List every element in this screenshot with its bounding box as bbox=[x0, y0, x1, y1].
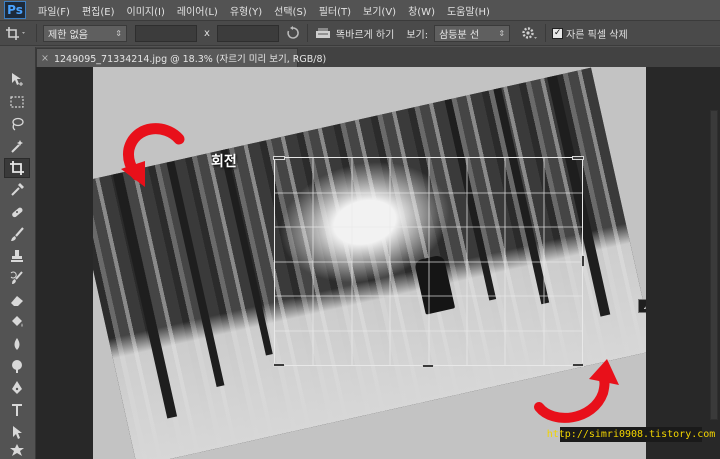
menu-edit[interactable]: 편집(E) bbox=[76, 3, 121, 18]
tree-trunk bbox=[112, 172, 178, 419]
path-selection-icon[interactable] bbox=[4, 422, 30, 442]
crop-handle-top-right[interactable] bbox=[572, 156, 584, 160]
swap-dimensions-icon[interactable] bbox=[285, 25, 301, 41]
shape-icon[interactable] bbox=[4, 442, 30, 458]
tree-trunk bbox=[220, 149, 273, 356]
panel-collapse-strip[interactable] bbox=[710, 110, 718, 420]
crop-box[interactable] bbox=[273, 156, 585, 368]
eraser-icon[interactable] bbox=[4, 290, 30, 310]
rotate-arrow-bottom-right-icon bbox=[534, 359, 619, 423]
history-brush-icon[interactable] bbox=[4, 268, 30, 288]
times-symbol: x bbox=[204, 27, 210, 39]
menu-image[interactable]: 이미지(I) bbox=[121, 3, 171, 18]
rotate-arrow-top-left-icon bbox=[121, 123, 185, 187]
document-tab-title: 1249095_71334214.jpg @ 18.3% (자르기 미리 보기,… bbox=[53, 54, 327, 65]
crop-handle-top-left[interactable] bbox=[273, 156, 285, 160]
clone-stamp-icon[interactable] bbox=[4, 246, 30, 266]
overlay-view-value: 삼등분 선 bbox=[439, 29, 480, 41]
menu-layer[interactable]: 레이어(L) bbox=[171, 3, 224, 18]
move-tool-icon[interactable] bbox=[4, 69, 30, 89]
view-label: 보기: bbox=[406, 29, 429, 41]
rotate-annotation-label: 회전 bbox=[211, 154, 237, 170]
marquee-tool-icon[interactable] bbox=[4, 92, 30, 112]
photoshop-logo: Ps bbox=[4, 1, 26, 19]
healing-brush-icon[interactable] bbox=[4, 202, 30, 222]
lasso-tool-icon[interactable] bbox=[4, 114, 30, 134]
crop-ratio-value: 제한 없음 bbox=[48, 29, 88, 41]
crop-grid bbox=[275, 158, 582, 365]
document-tab-bar: × 1249095_71334214.jpg @ 18.3% (자르기 미리 보… bbox=[36, 47, 720, 67]
menu-help[interactable]: 도움말(H) bbox=[441, 3, 496, 18]
straighten-icon[interactable] bbox=[314, 25, 332, 41]
rotation-angle-readout: ⊿: -12.6° bbox=[638, 299, 646, 313]
crop-width-input[interactable] bbox=[135, 24, 197, 42]
brush-icon[interactable] bbox=[4, 224, 30, 244]
tool-options-bar: 제한 없음 ⇕ x 똑바르게 하기 보기: 삼등분 선 ⇕ ✓ 자른 픽셀 삭제 bbox=[0, 20, 720, 46]
crop-ratio-dropdown[interactable]: 제한 없음 ⇕ bbox=[43, 24, 127, 42]
tree-trunk bbox=[166, 160, 225, 388]
close-icon[interactable]: × bbox=[41, 53, 49, 64]
crop-handle-bottom[interactable] bbox=[422, 364, 434, 368]
blog-watermark: http://simri0908.tistory.com bbox=[546, 427, 716, 442]
eyedropper-icon[interactable] bbox=[4, 180, 30, 200]
delete-cropped-label: 자른 픽셀 삭제 bbox=[566, 29, 628, 41]
crop-height-input[interactable] bbox=[216, 24, 279, 42]
menu-view[interactable]: 보기(V) bbox=[357, 3, 402, 18]
delete-cropped-checkbox[interactable]: ✓ bbox=[552, 27, 564, 39]
menu-window[interactable]: 창(W) bbox=[402, 3, 441, 18]
type-icon[interactable] bbox=[4, 400, 30, 420]
document-tab[interactable]: × 1249095_71334214.jpg @ 18.3% (자르기 미리 보… bbox=[36, 48, 326, 67]
crop-settings-gear-icon[interactable] bbox=[519, 24, 539, 42]
menu-type[interactable]: 유형(Y) bbox=[224, 3, 268, 18]
menu-filter[interactable]: 필터(T) bbox=[313, 3, 357, 18]
canvas-pasteboard: 회전 ⊿: -12.6° bbox=[93, 67, 646, 459]
magic-wand-icon[interactable] bbox=[4, 136, 30, 156]
overlay-view-dropdown[interactable]: 삼등분 선 ⇕ bbox=[434, 24, 511, 42]
dodge-icon[interactable] bbox=[4, 356, 30, 376]
crop-handle-bottom-left[interactable] bbox=[273, 363, 285, 367]
menu-select[interactable]: 선택(S) bbox=[268, 3, 313, 18]
dropdown-arrow-icon: ⇕ bbox=[498, 28, 506, 38]
canvas-area[interactable]: 회전 ⊿: -12.6° bbox=[36, 67, 720, 459]
menu-bar: Ps 파일(F) 편집(E) 이미지(I) 레이어(L) 유형(Y) 선택(S)… bbox=[0, 0, 720, 20]
crop-handle-right[interactable] bbox=[581, 255, 585, 267]
blur-icon[interactable] bbox=[4, 334, 30, 354]
menu-file[interactable]: 파일(F) bbox=[32, 3, 76, 18]
paint-bucket-icon[interactable] bbox=[4, 312, 30, 332]
straighten-button[interactable]: 똑바르게 하기 bbox=[336, 26, 394, 41]
crop-tool-icon[interactable] bbox=[4, 158, 30, 178]
dropdown-arrow-icon: ⇕ bbox=[115, 28, 122, 38]
pen-icon[interactable] bbox=[4, 378, 30, 398]
tools-panel bbox=[0, 47, 36, 459]
crop-tool-preset-icon[interactable] bbox=[2, 23, 30, 43]
